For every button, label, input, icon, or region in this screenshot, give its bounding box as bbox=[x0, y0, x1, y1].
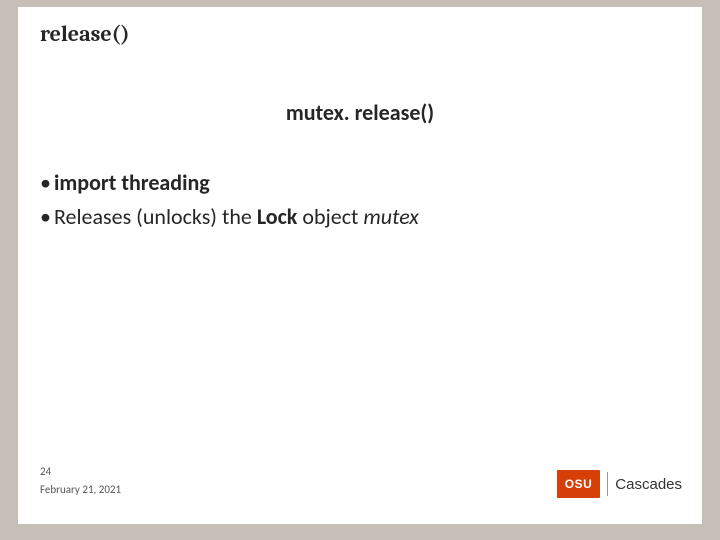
bullet-text: Releases (unlocks) the Lock object mutex bbox=[54, 203, 419, 230]
bullet-item: •import threading bbox=[40, 167, 680, 199]
logo-osu-badge: OSU bbox=[557, 470, 601, 498]
bullet-item: •Releases (unlocks) the Lock object mute… bbox=[40, 201, 680, 233]
logo: OSU Cascades bbox=[557, 470, 682, 498]
logo-cascades-text: Cascades bbox=[615, 470, 682, 498]
bullet-marker: • bbox=[40, 167, 54, 199]
bullet-text: import threading bbox=[54, 169, 210, 196]
logo-divider bbox=[607, 472, 608, 496]
footer-date: February 21, 2021 bbox=[40, 483, 121, 496]
slide-subtitle: mutex. release() bbox=[18, 99, 702, 126]
page-number: 24 bbox=[40, 465, 51, 478]
slide-title: release() bbox=[40, 21, 130, 47]
bullet-list: •import threading •Releases (unlocks) th… bbox=[40, 167, 680, 235]
bullet-marker: • bbox=[40, 201, 54, 233]
slide: release() mutex. release() •import threa… bbox=[18, 7, 702, 524]
